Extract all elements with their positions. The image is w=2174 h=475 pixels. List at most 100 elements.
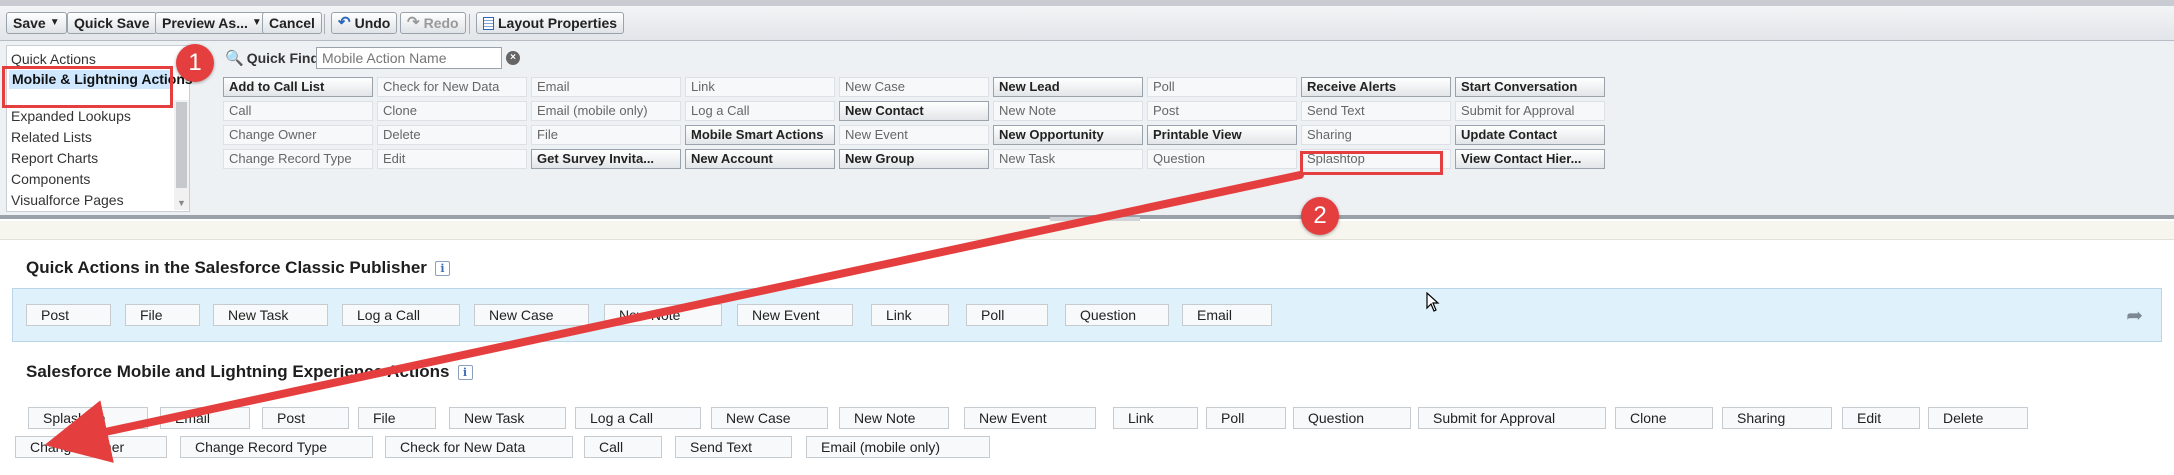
palette-action-item[interactable]: Change Owner — [223, 125, 373, 145]
classic-publisher-title-text: Quick Actions in the Salesforce Classic … — [26, 258, 427, 277]
category-report-charts[interactable]: Report Charts — [11, 150, 98, 166]
mobile-action-item[interactable]: New Event — [964, 407, 1096, 429]
category-components[interactable]: Components — [11, 171, 90, 187]
classic-action-item[interactable]: Post — [26, 304, 111, 326]
classic-publisher-drop-area[interactable]: Post File New Task Log a Call New Case New No… — [12, 288, 2162, 342]
save-dropdown-caret-icon[interactable]: ▼ — [50, 13, 60, 33]
classic-action-item[interactable]: New Task — [213, 304, 328, 326]
mobile-action-item[interactable]: Link — [1113, 407, 1198, 429]
palette-action-item[interactable]: Clone — [377, 101, 527, 121]
palette-action-item[interactable]: Call — [223, 101, 373, 121]
mobile-action-item[interactable]: New Note — [839, 407, 949, 429]
mobile-action-item[interactable]: Question — [1293, 407, 1411, 429]
classic-action-item[interactable]: Email — [1182, 304, 1272, 326]
cancel-button[interactable]: Cancel — [262, 12, 322, 34]
classic-action-item[interactable]: File — [125, 304, 200, 326]
mobile-action-item[interactable]: Email — [160, 407, 250, 429]
palette-action-item[interactable]: Link — [685, 77, 835, 97]
classic-action-item[interactable]: Log a Call — [342, 304, 460, 326]
palette-action-item[interactable]: New Contact — [839, 101, 989, 121]
mobile-action-item[interactable]: Post — [262, 407, 349, 429]
info-icon[interactable]: i — [434, 260, 450, 276]
palette-action-item[interactable]: Change Record Type — [223, 149, 373, 169]
palette-action-item[interactable]: Log a Call — [685, 101, 835, 121]
classic-action-item[interactable]: New Case — [474, 304, 589, 326]
classic-action-item[interactable]: New Note — [604, 304, 722, 326]
preview-as-button[interactable]: Preview As... ▼ — [155, 12, 269, 34]
scrollbar-thumb[interactable] — [176, 102, 187, 188]
mobile-action-item[interactable]: Sharing — [1722, 407, 1832, 429]
palette-action-item[interactable]: Submit for Approval — [1455, 101, 1605, 121]
mobile-action-item[interactable]: Email (mobile only) — [806, 436, 990, 458]
palette-action-item[interactable]: New Event — [839, 125, 989, 145]
layout-properties-button[interactable]: Layout Properties — [476, 12, 625, 34]
category-visualforce-pages[interactable]: Visualforce Pages — [11, 192, 124, 208]
palette-action-item[interactable]: Get Survey Invita... — [531, 149, 681, 169]
palette-action-item[interactable]: Delete — [377, 125, 527, 145]
mobile-action-item[interactable]: Delete — [1928, 407, 2028, 429]
mobile-action-item[interactable]: Call — [584, 436, 662, 458]
mobile-action-item[interactable]: Send Text — [675, 436, 792, 458]
category-related-lists[interactable]: Related Lists — [11, 129, 92, 145]
palette-action-item[interactable]: New Group — [839, 149, 989, 169]
category-quick-actions[interactable]: Quick Actions — [11, 51, 96, 67]
palette-action-item[interactable]: Check for New Data — [377, 77, 527, 97]
palette-action-item[interactable]: File — [531, 125, 681, 145]
quick-find-input[interactable] — [316, 47, 502, 69]
palette-action-item[interactable]: Send Text — [1301, 101, 1451, 121]
mobile-action-item[interactable]: Edit — [1842, 407, 1920, 429]
palette-action-item[interactable]: New Task — [993, 149, 1143, 169]
step-marker-2: 2 — [1301, 197, 1339, 235]
redo-button[interactable]: ↷ Redo — [400, 12, 466, 34]
mobile-action-item[interactable]: Change Record Type — [180, 436, 373, 458]
mobile-action-item[interactable]: Log a Call — [575, 407, 701, 429]
palette-action-item[interactable]: Mobile Smart Actions — [685, 125, 835, 145]
scroll-down-arrow-icon[interactable]: ▼ — [177, 198, 186, 208]
category-scrollbar[interactable]: ▼ — [174, 100, 189, 210]
quick-save-button[interactable]: Quick Save — [67, 12, 157, 34]
palette-action-item[interactable]: Question — [1147, 149, 1297, 169]
revert-to-default-icon[interactable]: ➦ — [2126, 303, 2143, 328]
palette-action-item[interactable]: New Account — [685, 149, 835, 169]
classic-publisher-section-title: Quick Actions in the Salesforce Classic … — [26, 258, 450, 278]
mobile-action-item[interactable]: File — [358, 407, 436, 429]
palette-action-item[interactable]: Add to Call List — [223, 77, 373, 97]
palette-action-item[interactable]: Printable View — [1147, 125, 1297, 145]
mobile-action-item[interactable]: Submit for Approval — [1418, 407, 1606, 429]
palette-action-item[interactable]: Receive Alerts — [1301, 77, 1451, 97]
palette-action-item[interactable]: New Opportunity — [993, 125, 1143, 145]
classic-action-item[interactable]: Poll — [966, 304, 1048, 326]
mobile-action-item[interactable]: New Task — [449, 407, 566, 429]
save-button[interactable]: Save ▼ — [6, 12, 67, 34]
palette-action-item[interactable]: New Lead — [993, 77, 1143, 97]
palette-action-item[interactable]: Edit — [377, 149, 527, 169]
palette-action-item[interactable]: Poll — [1147, 77, 1297, 97]
undo-button[interactable]: ↶ Undo — [331, 12, 398, 34]
classic-action-item[interactable]: Link — [871, 304, 949, 326]
palette-action-item[interactable]: Email (mobile only) — [531, 101, 681, 121]
palette-action-item[interactable]: Update Contact — [1455, 125, 1605, 145]
mobile-action-item[interactable]: Change Owner — [15, 436, 167, 458]
palette-action-item[interactable]: View Contact Hier... — [1455, 149, 1605, 169]
preview-dropdown-caret-icon[interactable]: ▼ — [252, 13, 262, 33]
toolbar-divider — [324, 14, 325, 34]
palette-action-item[interactable]: New Note — [993, 101, 1143, 121]
undo-icon: ↶ — [338, 14, 351, 31]
step-marker-1: 1 — [176, 44, 214, 82]
layout-editor-toolbar: Save ▼ Quick Save Preview As... ▼ Cancel ↶… — [0, 6, 2174, 41]
mobile-action-item[interactable]: Clone — [1615, 407, 1713, 429]
classic-action-item[interactable]: New Event — [737, 304, 853, 326]
info-icon[interactable]: i — [457, 364, 473, 380]
classic-action-item[interactable]: Question — [1065, 304, 1169, 326]
clear-search-icon[interactable]: × — [506, 51, 520, 65]
mobile-action-item[interactable]: Poll — [1206, 407, 1286, 429]
palette-action-item[interactable]: Start Conversation — [1455, 77, 1605, 97]
palette-action-item[interactable]: Post — [1147, 101, 1297, 121]
palette-action-item[interactable]: Email — [531, 77, 681, 97]
palette-action-item[interactable]: New Case — [839, 77, 989, 97]
mobile-action-item[interactable]: Splashtop — [28, 407, 148, 429]
category-expanded-lookups[interactable]: Expanded Lookups — [11, 108, 131, 124]
palette-action-item[interactable]: Sharing — [1301, 125, 1451, 145]
mobile-action-item[interactable]: Check for New Data — [385, 436, 573, 458]
mobile-action-item[interactable]: New Case — [711, 407, 828, 429]
